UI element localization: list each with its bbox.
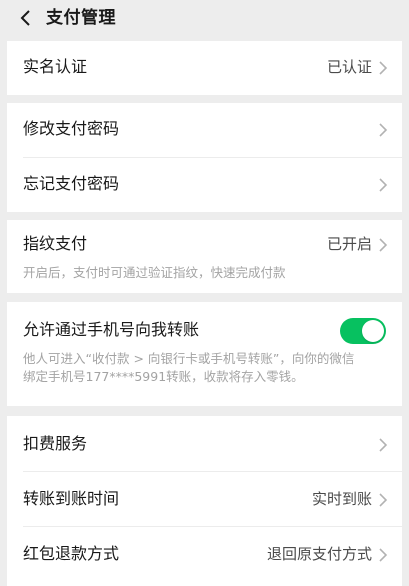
refund-method-label: 红包退款方式 bbox=[23, 544, 120, 563]
real-name-label: 实名认证 bbox=[23, 57, 88, 76]
chevron-right-icon bbox=[379, 548, 388, 562]
page-title: 支付管理 bbox=[46, 8, 116, 28]
transfer-arrival-value: 实时到账 bbox=[311, 490, 372, 508]
modify-password-row[interactable]: 修改支付密码 bbox=[7, 103, 402, 158]
modify-password-label: 修改支付密码 bbox=[23, 119, 120, 138]
forgot-password-row[interactable]: 忘记支付密码 bbox=[7, 158, 402, 212]
phone-transfer-card: 允许通过手机号向我转账 他人可进入“收付款 > 向银行卡或手机号转账”，向你的微… bbox=[7, 302, 402, 406]
phone-transfer-label: 允许通过手机号向我转账 bbox=[23, 320, 200, 339]
real-name-row[interactable]: 实名认证 已认证 bbox=[7, 41, 402, 95]
deduct-service-label: 扣费服务 bbox=[23, 434, 88, 453]
deduct-service-row[interactable]: 扣费服务 bbox=[7, 416, 402, 472]
phone-transfer-toggle[interactable] bbox=[340, 318, 386, 344]
chevron-right-icon bbox=[379, 61, 388, 75]
real-name-card: 实名认证 已认证 bbox=[7, 41, 402, 95]
toggle-knob bbox=[362, 320, 384, 342]
services-card: 扣费服务 转账到账时间 实时到账 红包退款方式 退回原支付方式 bbox=[7, 416, 402, 586]
real-name-status: 已认证 bbox=[326, 58, 372, 76]
refund-method-row[interactable]: 红包退款方式 退回原支付方式 bbox=[7, 527, 402, 586]
fingerprint-card: 指纹支付 已开启 开启后，支付时可通过验证指纹，快速完成付款 bbox=[7, 220, 402, 293]
chevron-right-icon bbox=[379, 493, 388, 507]
forgot-password-label: 忘记支付密码 bbox=[23, 174, 120, 193]
chevron-right-icon bbox=[379, 178, 388, 192]
phone-transfer-description-line2: 绑定手机号177****5991转账，收款将存入零钱。 bbox=[23, 369, 304, 384]
chevron-right-icon bbox=[379, 438, 388, 452]
fingerprint-row[interactable]: 指纹支付 已开启 开启后，支付时可通过验证指纹，快速完成付款 bbox=[7, 220, 402, 293]
phone-transfer-description-line1: 他人可进入“收付款 > 向银行卡或手机号转账”，向你的微信 bbox=[23, 351, 355, 366]
chevron-right-icon bbox=[379, 238, 388, 252]
transfer-arrival-row[interactable]: 转账到账时间 实时到账 bbox=[7, 472, 402, 527]
refund-method-value: 退回原支付方式 bbox=[266, 545, 372, 563]
top-bar: 支付管理 bbox=[0, 0, 409, 36]
fingerprint-description: 开启后，支付时可通过验证指纹，快速完成付款 bbox=[23, 265, 286, 280]
fingerprint-status: 已开启 bbox=[326, 235, 372, 253]
back-arrow-icon[interactable] bbox=[18, 10, 34, 26]
password-card: 修改支付密码 忘记支付密码 bbox=[7, 103, 402, 212]
transfer-arrival-label: 转账到账时间 bbox=[23, 489, 120, 508]
phone-transfer-row: 允许通过手机号向我转账 他人可进入“收付款 > 向银行卡或手机号转账”，向你的微… bbox=[7, 302, 402, 406]
fingerprint-label: 指纹支付 bbox=[23, 234, 88, 253]
chevron-right-icon bbox=[379, 123, 388, 137]
